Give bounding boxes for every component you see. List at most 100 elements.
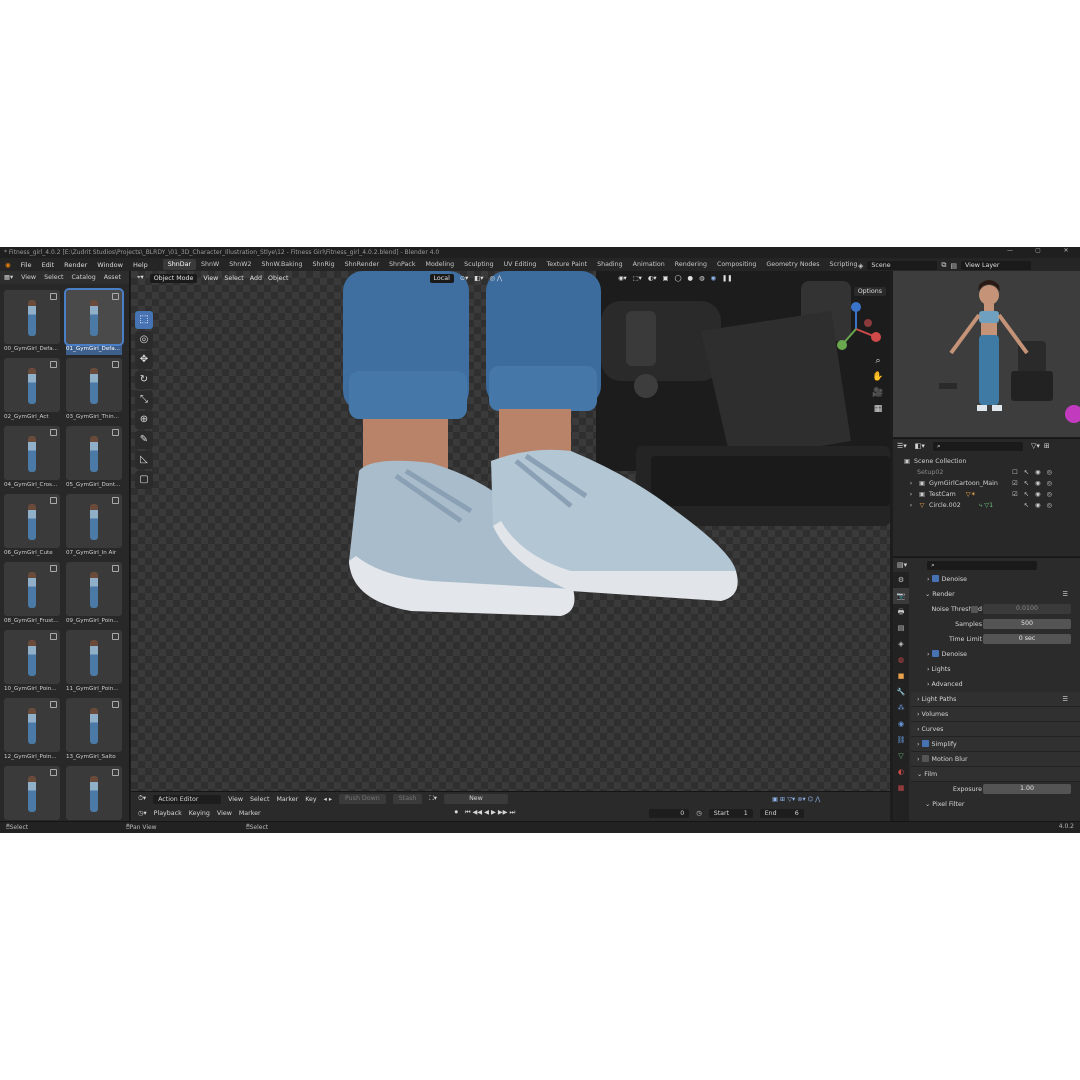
outliner-item-testcam[interactable]: › ▣ TestCam ▽✶ ☑ ↖ ◉ ◎: [903, 489, 1080, 500]
shading-rendered-icon[interactable]: ◉: [711, 275, 717, 282]
grid-icon[interactable]: ▦: [870, 401, 886, 417]
render-tab-icon[interactable]: 📷: [893, 588, 909, 604]
timeline-menu-select[interactable]: Select: [250, 796, 269, 803]
asset-thumbnail[interactable]: 03_GymGirl_Thin...: [66, 358, 122, 423]
asset-thumbnail[interactable]: 06_GymGirl_Cute: [4, 494, 60, 559]
samples-field[interactable]: 500: [983, 619, 1071, 629]
editor-type-icon[interactable]: ⏱▾: [138, 795, 146, 803]
camera-icon[interactable]: 🎥: [870, 385, 886, 401]
workspace-tab-shndar[interactable]: ShnDar: [162, 259, 197, 270]
blender-logo-icon[interactable]: ◉: [0, 261, 16, 269]
menu-window[interactable]: Window: [92, 261, 128, 269]
current-frame-field[interactable]: 0: [649, 808, 690, 818]
asset-thumbnail[interactable]: 09_GymGirl_Poin...: [66, 562, 122, 627]
asset-thumbnail[interactable]: 11_GymGirl_Poin...: [66, 630, 122, 695]
asset-thumbnail[interactable]: 08_GymGirl_Frust...: [4, 562, 60, 627]
list-icon[interactable]: ☰: [1062, 692, 1068, 707]
volumes-panel[interactable]: › Volumes: [911, 707, 1080, 722]
outliner-toggles[interactable]: ☑ ↖ ◉ ◎: [1012, 489, 1054, 500]
edit-asset-icon[interactable]: [50, 701, 57, 708]
expand-icon[interactable]: ›: [907, 500, 915, 511]
time-limit-field[interactable]: 0 sec: [983, 634, 1071, 644]
editor-type-icon[interactable]: ▤▾: [897, 561, 907, 569]
denoise-checkbox[interactable]: [931, 574, 939, 582]
noise-threshold-field[interactable]: 0.0100: [983, 604, 1071, 614]
action-editor-mode[interactable]: Action Editor: [153, 794, 222, 804]
motion-blur-checkbox[interactable]: [921, 754, 929, 762]
output-tab-icon[interactable]: 🖶: [893, 604, 909, 620]
workspace-tab[interactable]: ShnW2: [224, 259, 256, 270]
menu-keying[interactable]: Keying: [189, 810, 210, 817]
pixel-filter-subpanel[interactable]: ⌄ Pixel Filter: [911, 797, 1080, 812]
viewport-menu-view[interactable]: View: [203, 275, 218, 282]
overlay-icon[interactable]: ◐▾: [648, 275, 657, 282]
viewport-menu-add[interactable]: Add: [250, 275, 262, 282]
editor-type-icon[interactable]: ⌖▾: [137, 274, 144, 282]
transform-orientation[interactable]: Local: [429, 273, 454, 283]
outliner-item-setup02[interactable]: Setup02 ☐ ↖ ◉ ◎: [903, 467, 1080, 478]
timeline-menu-marker[interactable]: Marker: [276, 796, 298, 803]
viewport-menu-object[interactable]: Object: [268, 275, 289, 282]
action-browse-icon[interactable]: ⛶▾: [429, 795, 437, 803]
proportional-icon[interactable]: ◎ ⋀: [489, 275, 502, 282]
editor-type-icon[interactable]: ▦▾: [0, 274, 17, 281]
timeline-menu-view[interactable]: View: [228, 796, 243, 803]
playback-controls[interactable]: ⏮ ◀◀ ◀ ▶ ▶▶ ⏭: [465, 809, 515, 817]
tool-tab-icon[interactable]: ⚙: [893, 572, 909, 588]
asset-menu-asset[interactable]: Asset: [100, 274, 125, 281]
snap-icon[interactable]: ◧▾: [474, 275, 483, 282]
transform-icon[interactable]: ⊕: [135, 411, 153, 429]
asset-menu-select[interactable]: Select: [40, 274, 67, 281]
workspace-tab[interactable]: Animation: [628, 259, 670, 270]
viewport-menu-select[interactable]: Select: [224, 275, 243, 282]
edit-asset-icon[interactable]: [50, 769, 57, 776]
zoom-icon[interactable]: ⌕: [870, 353, 886, 369]
pan-hand-icon[interactable]: ✋: [870, 369, 886, 385]
preview-range-icon[interactable]: ◷: [696, 810, 702, 817]
shading-material-icon[interactable]: ◍: [699, 275, 705, 282]
workspace-tab[interactable]: Shading: [592, 259, 628, 270]
curves-panel[interactable]: › Curves: [911, 722, 1080, 737]
view-layer-tab-icon[interactable]: ▤: [893, 620, 909, 636]
asset-thumbnail[interactable]: 04_GymGirl_Cros...: [4, 426, 60, 491]
scene-field[interactable]: Scene: [867, 261, 938, 270]
exposure-field[interactable]: 1.00: [983, 784, 1071, 794]
menu-render[interactable]: Render: [59, 261, 92, 269]
workspace-tab[interactable]: Geometry Nodes: [761, 259, 824, 270]
motion-blur-panel[interactable]: › Motion Blur: [911, 752, 1080, 767]
edit-asset-icon[interactable]: [112, 429, 119, 436]
world-tab-icon[interactable]: ◍: [893, 652, 909, 668]
scale-icon[interactable]: ⤡: [135, 391, 153, 409]
stash-button[interactable]: Stash: [392, 794, 423, 804]
edit-asset-icon[interactable]: [112, 565, 119, 572]
scene-collection[interactable]: ▣ Scene Collection: [903, 456, 1080, 467]
outliner-toggles[interactable]: ☐ ↖ ◉ ◎: [1012, 467, 1054, 478]
visibility-icon[interactable]: ◉▾: [618, 275, 627, 282]
add-cube-icon[interactable]: ▢: [135, 471, 153, 489]
expand-icon[interactable]: ›: [907, 489, 915, 500]
asset-thumbnail[interactable]: 10_GymGirl_Poin...: [4, 630, 60, 695]
workspace-tab[interactable]: Rendering: [670, 259, 712, 270]
modifier-tab-icon[interactable]: 🔧: [893, 684, 909, 700]
filter-icon[interactable]: ▽▾: [1031, 442, 1040, 450]
render-subpanel[interactable]: ⌄ Render ☰: [911, 587, 1080, 602]
menu-file[interactable]: File: [16, 261, 37, 269]
select-box-icon[interactable]: ⬚: [135, 311, 153, 329]
data-tab-icon[interactable]: ▽: [893, 748, 909, 764]
asset-menu-view[interactable]: View: [17, 274, 40, 281]
lights-subpanel[interactable]: › Lights: [911, 662, 1080, 677]
edit-asset-icon[interactable]: [112, 769, 119, 776]
denoise-subpanel[interactable]: › Denoise: [911, 572, 1080, 587]
edit-asset-icon[interactable]: [112, 361, 119, 368]
timeline-menu-key[interactable]: Key: [305, 796, 316, 803]
menu-help[interactable]: Help: [128, 261, 153, 269]
workspace-tab[interactable]: Sculpting: [459, 259, 498, 270]
simplify-checkbox[interactable]: [921, 739, 929, 747]
record-icon[interactable]: ⏺: [455, 809, 458, 817]
list-icon[interactable]: ☰: [1062, 587, 1068, 602]
annotate-icon[interactable]: ✎: [135, 431, 153, 449]
rotate-icon[interactable]: ↻: [135, 371, 153, 389]
menu-view[interactable]: View: [217, 810, 232, 817]
edit-asset-icon[interactable]: [50, 293, 57, 300]
close-icon[interactable]: ✕: [1052, 247, 1080, 254]
